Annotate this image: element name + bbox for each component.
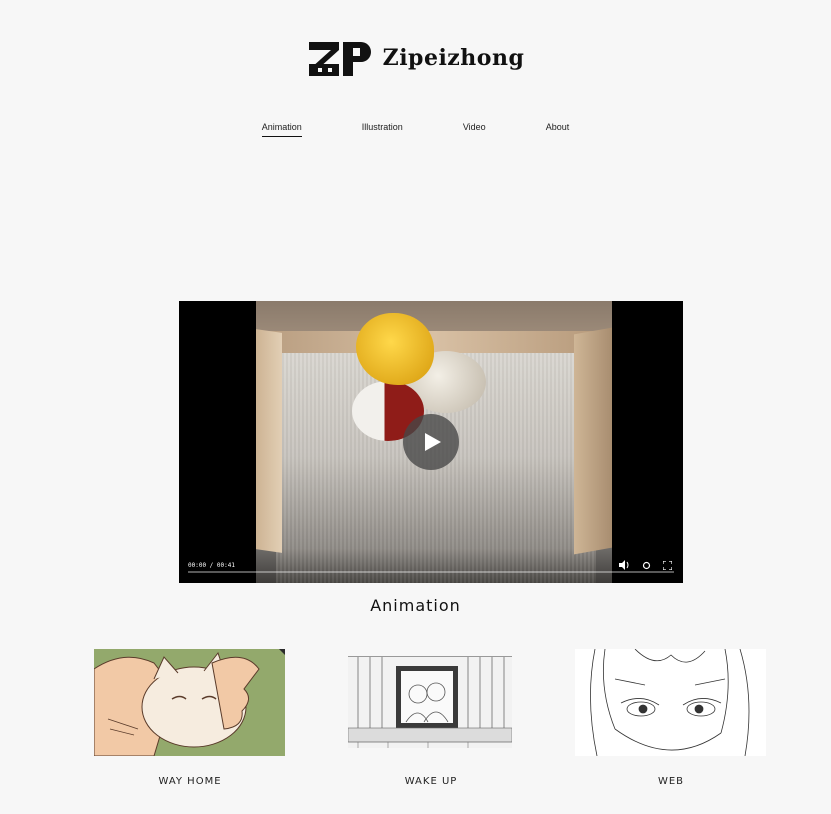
volume-icon[interactable]	[617, 558, 631, 572]
video-progress-bar[interactable]	[188, 571, 674, 573]
main-nav: Animation Illustration Video About	[0, 122, 831, 137]
settings-icon[interactable]	[639, 558, 653, 572]
play-button[interactable]	[403, 414, 459, 470]
play-icon	[425, 433, 441, 451]
nav-item-illustration[interactable]: Illustration	[362, 122, 403, 137]
nav-item-about[interactable]: About	[546, 122, 570, 137]
video-player[interactable]: 00:00 / 00:41	[179, 301, 683, 583]
face-line-sketch	[575, 649, 766, 756]
project-label-wake-up[interactable]: WAKE UP	[331, 776, 531, 787]
tray-back	[256, 331, 612, 353]
page: Zipeizhong Animation Illustration Video …	[0, 0, 831, 814]
project-thumb-way-home[interactable]	[94, 649, 285, 756]
zp-logo-icon[interactable]	[307, 38, 373, 78]
video-controls: 00:00 / 00:41	[179, 553, 683, 583]
tray-right	[574, 327, 612, 555]
site-name[interactable]: Zipeizhong	[383, 45, 525, 71]
video-time: 00:00 / 00:41	[188, 562, 235, 569]
section-title: Animation	[370, 596, 461, 615]
project-label-way-home[interactable]: WAY HOME	[90, 776, 290, 787]
cat-hand-illustration	[94, 649, 285, 756]
nav-item-video[interactable]: Video	[463, 122, 486, 137]
project-label-web[interactable]: WEB	[571, 776, 771, 787]
project-thumb-wake-up[interactable]	[348, 656, 512, 748]
framed-photo-sketch	[348, 656, 512, 748]
site-header: Zipeizhong	[0, 38, 831, 78]
fullscreen-icon[interactable]	[660, 558, 674, 572]
project-thumb-web[interactable]	[575, 649, 766, 756]
tray-left	[256, 329, 282, 553]
nav-item-animation[interactable]: Animation	[261, 122, 302, 137]
